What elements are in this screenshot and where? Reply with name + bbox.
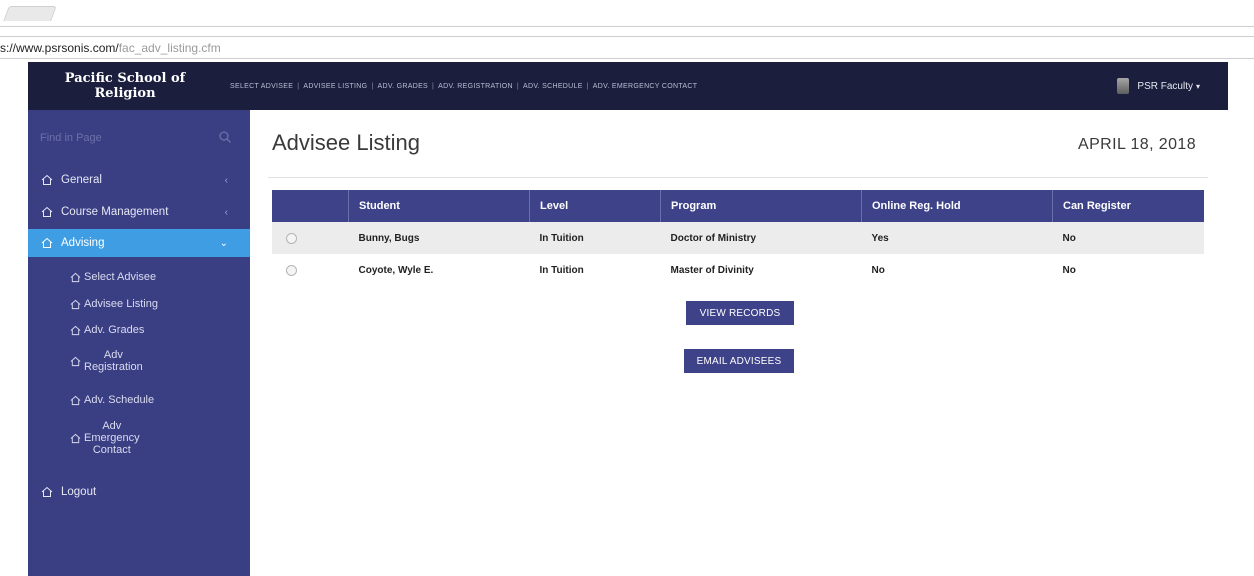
row-select-radio[interactable] — [286, 264, 297, 276]
sidebar-item-logout[interactable]: Logout — [28, 478, 250, 506]
sidebar-item-general[interactable]: General ‹ — [28, 166, 250, 194]
address-bar[interactable]: s://www.psrsonis.com/fac_adv_listing.cfm — [0, 41, 221, 57]
sidebar-item-label: Course Management — [61, 206, 169, 218]
column-header-select — [272, 190, 349, 222]
topnav-separator: | — [297, 82, 300, 90]
find-in-page — [32, 126, 242, 150]
title-divider — [268, 177, 1208, 178]
topnav-separator: | — [371, 82, 374, 90]
app-header: Pacific School of Religion SELECT ADVISE… — [28, 62, 1228, 110]
student-cell: Bunny, Bugs — [348, 222, 530, 254]
column-header-online-reg-hold[interactable]: Online Reg. Hold — [861, 190, 1053, 222]
online-reg-hold-cell: Yes — [861, 222, 1053, 254]
sidebar-subitem-label: Select Advisee — [84, 271, 157, 283]
toolbar-divider — [0, 36, 1254, 37]
column-header-program[interactable]: Program — [660, 190, 862, 222]
browser-tab[interactable] — [3, 6, 57, 21]
home-icon — [41, 486, 53, 497]
sidebar-item-course-management[interactable]: Course Management ‹ — [28, 198, 250, 226]
brand-logo[interactable]: Pacific School of Religion — [28, 62, 222, 110]
sidebar-subitem-label: Adv. Schedule — [84, 394, 155, 406]
home-icon — [41, 174, 53, 185]
url-host: s://www.psrsonis.com/ — [0, 41, 119, 55]
sidebar-item-label: General — [61, 174, 102, 186]
sidebar-subitem-label: Adv. Grades — [84, 324, 145, 336]
sidebar-subitem-adv-schedule[interactable]: Adv. Schedule — [70, 394, 240, 406]
user-label: PSR Faculty — [1137, 80, 1193, 92]
find-in-page-input[interactable] — [32, 131, 212, 145]
search-icon[interactable] — [218, 130, 232, 144]
address-bar-divider — [0, 58, 1254, 59]
label-line: Contact — [92, 444, 131, 456]
sidebar-subitem-label: Adv Emergency Contact — [84, 420, 140, 456]
topnav-adv-grades[interactable]: ADV. GRADES — [378, 83, 429, 90]
level-cell: In Tuition — [529, 222, 661, 254]
program-cell: Master of Divinity — [670, 264, 754, 276]
table-row[interactable]: Bunny, Bugs In Tuition Doctor of Ministr… — [272, 222, 1204, 254]
sidebar-subitem-select-advisee[interactable]: Select Advisee — [70, 271, 240, 283]
top-navigation: SELECT ADVISEE | ADVISEE LISTING | ADV. … — [230, 62, 697, 110]
table-header-row: Student Level Program Online Reg. Hold C… — [272, 190, 1204, 222]
topnav-adv-emergency-contact[interactable]: ADV. EMERGENCY CONTACT — [593, 83, 698, 90]
student-cell: Coyote, Wyle E. — [358, 264, 434, 276]
chevron-left-icon: ‹ — [224, 174, 228, 186]
sidebar: General ‹ Course Management ‹ Advising ⌄… — [28, 110, 250, 576]
avatar — [1117, 78, 1130, 94]
level-cell: In Tuition — [539, 264, 584, 276]
topnav-separator: | — [586, 82, 589, 90]
sidebar-subitem-adv-grades[interactable]: Adv. Grades — [70, 324, 240, 336]
label-line: Registration — [84, 361, 143, 373]
tab-strip-divider — [0, 26, 1254, 27]
home-icon — [41, 206, 53, 217]
sidebar-item-label: Logout — [61, 486, 97, 498]
topnav-select-advisee[interactable]: SELECT ADVISEE — [230, 83, 293, 90]
sidebar-subitem-advisee-listing[interactable]: Advisee Listing — [70, 298, 240, 310]
can-register-cell: No — [1052, 222, 1204, 254]
topnav-adv-schedule[interactable]: ADV. SCHEDULE — [523, 83, 583, 90]
sidebar-subitem-adv-registration[interactable]: Adv Registration — [70, 349, 240, 373]
chevron-down-icon: ⌄ — [219, 237, 228, 249]
program-cell: Doctor of Ministry — [660, 222, 862, 254]
brand-line-1: Pacific School of — [64, 71, 186, 86]
email-advisees-button[interactable]: EMAIL ADVISEES — [684, 349, 794, 373]
home-icon — [70, 325, 81, 335]
page-date: APRIL 18, 2018 — [1078, 136, 1196, 153]
view-records-button[interactable]: VIEW RECORDS — [686, 301, 794, 325]
chevron-down-icon: ▾ — [1195, 81, 1200, 91]
advisee-table: Student Level Program Online Reg. Hold C… — [272, 190, 1204, 286]
label-line: Adv — [103, 349, 123, 361]
topnav-advisee-listing[interactable]: ADVISEE LISTING — [303, 83, 367, 90]
home-icon — [70, 272, 81, 282]
column-header-student[interactable]: Student — [348, 190, 530, 222]
topnav-adv-registration[interactable]: ADV. REGISTRATION — [438, 83, 513, 90]
page-title: Advisee Listing — [272, 130, 420, 155]
can-register-cell: No — [1062, 264, 1076, 276]
table-row[interactable]: Coyote, Wyle E. In Tuition Master of Div… — [272, 254, 1204, 286]
topnav-separator: | — [432, 82, 435, 90]
home-icon — [70, 299, 81, 309]
sidebar-subitem-label: Advisee Listing — [84, 298, 158, 310]
user-menu[interactable]: PSR Faculty ▾ — [1117, 62, 1200, 110]
column-header-level[interactable]: Level — [529, 190, 661, 222]
chevron-left-icon: ‹ — [224, 206, 228, 218]
row-select-radio[interactable] — [286, 232, 297, 244]
column-header-can-register[interactable]: Can Register — [1052, 190, 1204, 222]
sidebar-item-advising[interactable]: Advising ⌄ — [28, 229, 250, 257]
select-cell — [272, 254, 349, 286]
brand-line-2: Religion — [94, 86, 156, 101]
url-path: fac_adv_listing.cfm — [118, 41, 221, 55]
topnav-separator: | — [516, 82, 519, 90]
sidebar-subitem-adv-emergency-contact[interactable]: Adv Emergency Contact — [70, 420, 240, 456]
home-icon — [70, 356, 81, 366]
home-icon — [70, 433, 81, 443]
label-line: Adv — [102, 420, 122, 432]
label-line: Emergency — [84, 432, 140, 444]
sidebar-subitem-label: Adv Registration — [84, 349, 143, 373]
select-cell — [272, 222, 349, 254]
sidebar-item-label: Advising — [61, 237, 105, 249]
home-icon — [70, 395, 81, 405]
online-reg-hold-cell: No — [871, 264, 885, 276]
home-icon — [41, 237, 53, 248]
